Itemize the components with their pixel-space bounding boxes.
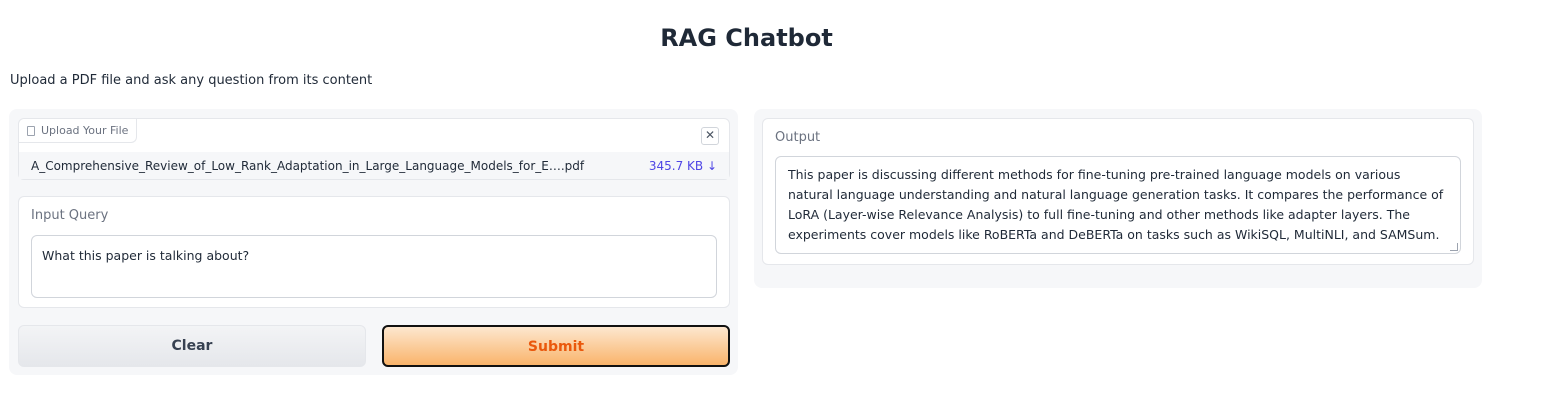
close-icon[interactable]: ✕	[701, 127, 719, 145]
query-input[interactable]: What this paper is talking about?	[31, 235, 717, 298]
upload-label-text: Upload Your File	[41, 123, 129, 137]
output-text: This paper is discussing different metho…	[788, 167, 1444, 242]
input-panel: Upload Your File ✕ A_Comprehensive_Revie…	[9, 109, 738, 375]
output-panel: Output This paper is discussing differen…	[754, 109, 1482, 288]
query-block: Input Query What this paper is talking a…	[18, 196, 730, 308]
query-label: Input Query	[31, 208, 109, 223]
submit-button[interactable]: Submit	[382, 325, 730, 367]
file-download-link[interactable]: 345.7 KB ↓	[649, 159, 717, 173]
file-name: A_Comprehensive_Review_of_Low_Rank_Adapt…	[31, 158, 585, 173]
upload-label: Upload Your File	[19, 119, 138, 143]
clear-button[interactable]: Clear	[18, 325, 366, 367]
page-title: RAG Chatbot	[660, 24, 833, 52]
page-description: Upload a PDF file and ask any question f…	[10, 73, 373, 88]
output-label: Output	[775, 130, 821, 145]
file-upload[interactable]: Upload Your File ✕ A_Comprehensive_Revie…	[18, 118, 730, 180]
output-textbox[interactable]: This paper is discussing different metho…	[775, 156, 1461, 254]
resize-handle[interactable]	[1450, 243, 1458, 251]
output-block: Output This paper is discussing differen…	[762, 118, 1474, 265]
uploaded-file-row: A_Comprehensive_Review_of_Low_Rank_Adapt…	[19, 152, 729, 179]
file-icon	[27, 125, 35, 136]
